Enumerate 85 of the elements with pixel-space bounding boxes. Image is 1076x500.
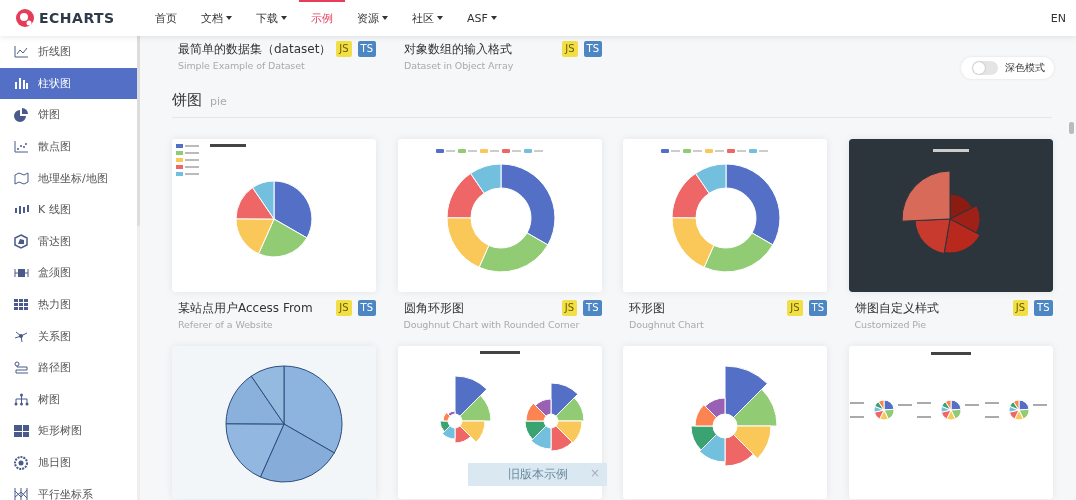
switch-track[interactable] [972,61,998,75]
line-chart-icon [14,45,28,58]
nav-link[interactable]: ASF [455,0,509,36]
sidebar-item[interactable]: 矩形树图 [0,415,137,447]
example-subtitle: Referer of a Website [178,319,274,330]
hexagon-icon [14,233,28,249]
sidebar-item[interactable]: 热力图 [0,288,137,321]
sidebar-item[interactable]: 饼图 [0,99,137,131]
code-link[interactable]: JS [787,300,803,316]
tree-icon [13,392,29,406]
language-link[interactable]: EN [1050,11,1066,25]
chart-thumbnail[interactable] [172,139,376,292]
boxplot-icon [13,267,29,278]
sidebar-item[interactable]: K 线图 [0,193,137,226]
sidebar-item[interactable]: 路径图 [0,351,137,384]
nav-link[interactable]: 下载 [244,0,299,36]
chart-thumbnail[interactable] [172,346,376,499]
example-subtitle: Dataset in Object Array [404,60,515,71]
example-title[interactable]: 饼图自定义样式 [854,299,939,317]
code-link[interactable]: TS [357,300,376,316]
sidebar-item[interactable]: 关系图 [0,320,137,352]
chart-thumbnail[interactable] [848,346,1053,499]
code-link[interactable]: JS [336,300,352,316]
code-link[interactable]: JS [1012,300,1029,316]
example-title[interactable]: 对象数组的输入格式 [404,40,512,58]
example-title[interactable]: 环形图 [629,299,665,317]
chart-thumbnail[interactable] [623,139,827,292]
toast-text: 旧版本示例 [507,466,568,483]
scrollbar-thumb[interactable] [1069,122,1074,134]
sidebar-item[interactable]: 平行坐标系 [0,478,137,500]
code-link[interactable]: TS [357,41,376,57]
sunburst-icon [14,455,28,470]
example-subtitle: Doughnut Chart with Rounded Corner [403,319,581,330]
treemap-icon [13,424,29,437]
sidebar-item[interactable]: 地理坐标/地图 [0,162,137,194]
nav-link[interactable]: 首页 [143,0,189,36]
code-link[interactable]: TS [583,41,602,57]
chart-thumbnail[interactable] [397,139,602,292]
section-subtitle: pie [210,95,227,108]
caret-icon [226,16,232,20]
sidebar-item[interactable]: 折线图 [0,36,137,68]
sidebar-item[interactable]: 柱状图 [0,67,137,100]
chart-thumbnail[interactable] [397,346,602,499]
example-subtitle: Customized Pie [854,319,928,330]
code-link[interactable]: TS [1034,300,1053,316]
caret-icon [490,16,497,20]
chart-thumbnail[interactable] [848,139,1053,292]
caret-icon [437,16,443,20]
chart-thumbnail[interactable] [623,346,827,499]
code-link[interactable]: JS [561,300,578,316]
nav-link[interactable]: 示例 [299,0,345,36]
scatter-icon [14,140,28,153]
nav-link[interactable]: 文档 [189,0,244,36]
toggle-label: 深色模式 [1005,61,1045,75]
code-link[interactable]: JS [562,41,578,57]
example-title[interactable]: 圆角环形图 [403,299,464,317]
sidebar-item[interactable]: 树图 [0,383,137,416]
logo-text[interactable]: ECHARTS [39,10,115,26]
code-link[interactable]: TS [583,300,602,316]
grid-icon [14,298,28,311]
example-title[interactable]: 最简单的数据集（dataset） [178,40,332,58]
candlestick-icon [13,203,29,216]
sidebar-item[interactable]: 旭日图 [0,446,137,479]
example-title[interactable]: 某站点用户Access From [178,299,313,317]
map-icon [13,171,29,185]
dark-mode-toggle[interactable]: 深色模式 [961,57,1054,79]
bar-chart-icon [14,77,28,90]
logo-icon [15,8,35,28]
switch-knob[interactable] [973,62,985,74]
nav-link[interactable]: 社区 [400,0,455,36]
route-icon [13,361,29,375]
code-link[interactable]: TS [808,300,827,316]
parallel-icon [14,488,28,500]
example-subtitle: Doughnut Chart [629,319,705,330]
nav-link[interactable]: 资源 [345,0,400,36]
example-subtitle: Simple Example of Dataset [178,60,306,71]
sidebar-item[interactable]: 盒须图 [0,257,137,289]
caret-icon [382,16,388,20]
network-icon [13,329,29,343]
sidebar-item[interactable]: 散点图 [0,130,137,163]
caret-icon [281,16,287,20]
sidebar-item[interactable]: 雷达图 [0,225,137,258]
section-title: 饼图 [172,91,202,110]
code-link[interactable]: JS [336,41,352,57]
pie-chart-icon [14,108,28,122]
